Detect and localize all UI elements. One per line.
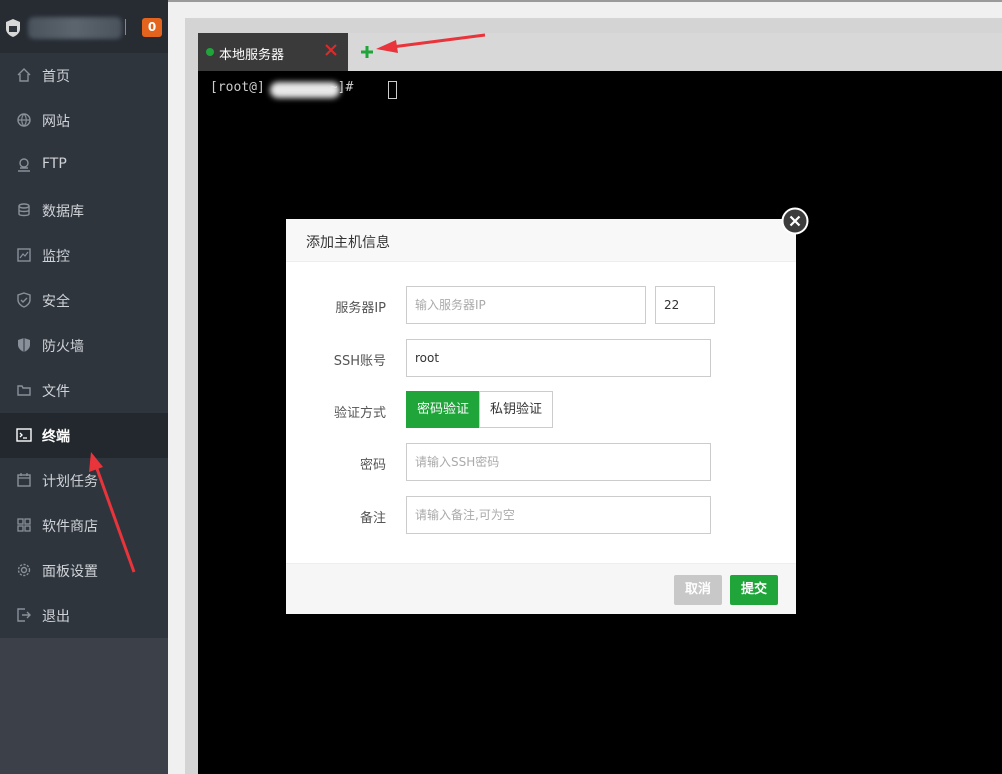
server-ip-input[interactable] <box>406 286 646 324</box>
logo-icon <box>6 19 20 37</box>
prompt-start: [root@] <box>210 80 265 95</box>
header-divider <box>125 19 126 35</box>
top-border <box>168 0 1002 2</box>
gear-icon <box>17 563 31 577</box>
sidebar-item-label: 防火墙 <box>42 339 84 355</box>
home-icon <box>17 68 31 82</box>
sidebar-item-home[interactable]: 首页 <box>0 53 168 98</box>
sidebar-item-settings[interactable]: 面板设置 <box>0 548 168 593</box>
auth-method-label: 验证方式 <box>333 406 386 421</box>
grid-icon <box>17 518 31 532</box>
sidebar-item-website[interactable]: 网站 <box>0 98 168 143</box>
add-tab-icon[interactable] <box>359 44 375 60</box>
sidebar-item-security[interactable]: 安全 <box>0 278 168 323</box>
sidebar-nav: 首页 网站 FTP 数据库 监控 安全 防火墙 文件 终端 计划任务 软件商店 <box>0 53 168 638</box>
tab-label: 本地服务器 <box>219 48 285 63</box>
password-label: 密码 <box>359 458 386 473</box>
sidebar-item-label: 退出 <box>42 609 70 625</box>
sidebar-item-label: 终端 <box>42 429 70 445</box>
globe-icon <box>17 113 31 127</box>
sidebar-item-label: 监控 <box>42 249 70 265</box>
monitor-icon <box>17 248 31 262</box>
sidebar-item-label: 文件 <box>42 384 70 400</box>
sidebar-item-label: 软件商店 <box>42 519 98 535</box>
sidebar-item-label: 数据库 <box>42 204 84 220</box>
close-icon[interactable] <box>323 42 339 58</box>
dialog-header: 添加主机信息 <box>286 219 796 262</box>
password-input[interactable] <box>406 443 711 481</box>
sidebar-item-label: 首页 <box>42 69 70 85</box>
ssh-account-label: SSH账号 <box>333 354 386 369</box>
sidebar-item-files[interactable]: 文件 <box>0 368 168 413</box>
sidebar-item-cron[interactable]: 计划任务 <box>0 458 168 503</box>
blurred-hostname <box>270 82 340 98</box>
submit-button[interactable]: 提交 <box>730 575 778 605</box>
sidebar-item-label: 网站 <box>42 114 70 130</box>
key-auth-button[interactable]: 私钥验证 <box>479 391 553 428</box>
sidebar-item-terminal[interactable]: 终端 <box>0 413 168 458</box>
sidebar-item-logout[interactable]: 退出 <box>0 593 168 638</box>
notification-badge[interactable]: 0 <box>142 18 162 37</box>
password-auth-button[interactable]: 密码验证 <box>406 391 480 428</box>
sidebar-header: 0 <box>0 0 168 53</box>
dialog-close-icon[interactable] <box>781 207 809 235</box>
status-dot-icon <box>206 48 214 56</box>
sidebar-item-firewall[interactable]: 防火墙 <box>0 323 168 368</box>
sidebar-item-label: 计划任务 <box>42 474 98 490</box>
terminal-cursor <box>388 81 397 99</box>
sidebar-item-database[interactable]: 数据库 <box>0 188 168 233</box>
shield-check-icon <box>17 292 31 308</box>
sidebar-item-label: 面板设置 <box>42 564 98 580</box>
sidebar-item-monitor[interactable]: 监控 <box>0 233 168 278</box>
folder-icon <box>17 385 31 396</box>
cancel-button[interactable]: 取消 <box>674 575 722 605</box>
note-input[interactable] <box>406 496 711 534</box>
port-input[interactable] <box>655 286 715 324</box>
sidebar-footer <box>0 638 168 774</box>
database-icon <box>18 203 30 217</box>
sidebar-item-ftp[interactable]: FTP <box>0 143 168 188</box>
server-ip-label: 服务器IP <box>335 301 386 316</box>
logout-icon <box>17 608 31 622</box>
calendar-icon <box>17 473 31 487</box>
shield-icon <box>18 338 30 352</box>
note-label: 备注 <box>359 511 386 526</box>
ssh-account-input[interactable] <box>406 339 711 377</box>
ftp-icon <box>18 158 30 172</box>
dialog-title: 添加主机信息 <box>306 235 390 251</box>
terminal-icon <box>16 428 32 442</box>
blurred-hostname <box>28 17 122 39</box>
sidebar-item-store[interactable]: 软件商店 <box>0 503 168 548</box>
sidebar-item-label: FTP <box>42 156 67 172</box>
sidebar-item-label: 安全 <box>42 294 70 310</box>
